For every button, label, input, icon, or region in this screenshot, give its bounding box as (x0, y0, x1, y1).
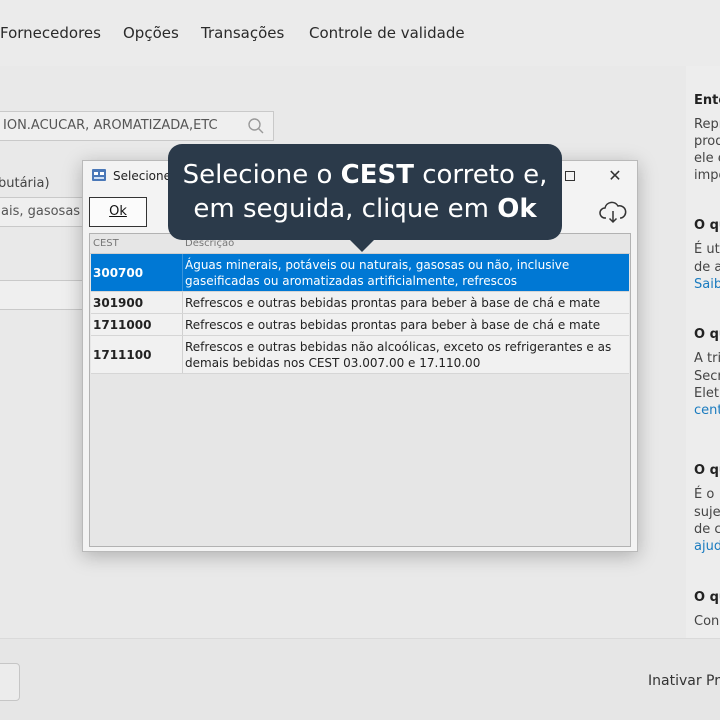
help-text-line: suje (694, 505, 720, 520)
product-search-input[interactable]: ION.ACUCAR, AROMATIZADA,ETC (0, 111, 274, 141)
cest-code-cell: 300700 (91, 254, 183, 291)
help-section-title: Ente (694, 93, 720, 108)
cest-table: CEST Descrição 300700 Águas minerais, po… (89, 233, 631, 547)
help-text-line: prod (694, 134, 720, 149)
menu-item-fornecedores[interactable]: Fornecedores (0, 24, 101, 42)
help-text-line: de a (694, 260, 720, 275)
instruction-tooltip: Selecione o CEST correto e, em seguida, … (168, 144, 562, 240)
help-text-line: de c (694, 522, 720, 537)
search-value: ION.ACUCAR, AROMATIZADA,ETC (3, 118, 218, 133)
cest-code-cell: 301900 (91, 292, 183, 313)
maximize-icon[interactable] (559, 167, 581, 187)
description-cell: Refrescos e outras bebidas não alcoólica… (185, 340, 612, 370)
tax-field-value: ais, gasosas o (1, 204, 93, 219)
tooltip-line-2: em seguida, clique em Ok (193, 194, 537, 224)
help-text-line: Secr (694, 369, 720, 384)
menu-item-controle-de-validade[interactable]: Controle de validade (309, 24, 465, 42)
help-text-line: É o (694, 487, 715, 502)
app-icon (92, 169, 106, 181)
footer-left-button[interactable] (0, 663, 20, 701)
help-link[interactable]: ajud (694, 539, 720, 554)
menu-item-opcoes[interactable]: Opções (123, 24, 179, 42)
menubar: Fornecedores Opções Transações Controle … (0, 0, 720, 66)
help-link[interactable]: Saib (694, 277, 720, 292)
description-cell: Refrescos e outras bebidas prontas para … (185, 318, 601, 332)
help-panel: Ente Repr prod ele e impo O qu É ut de a… (686, 66, 720, 638)
table-row[interactable]: 301900 Refrescos e outras bebidas pronta… (91, 292, 629, 314)
cloud-download-icon[interactable] (599, 201, 627, 225)
column-header-cest[interactable]: CEST (93, 238, 119, 249)
table-row[interactable]: 1711100 Refrescos e outras bebidas não a… (91, 336, 629, 374)
cest-code-cell: 1711100 (91, 336, 183, 373)
table-row[interactable]: 300700 Águas minerais, potáveis ou natur… (91, 254, 629, 292)
help-text-line: Eletr (694, 386, 720, 401)
footer-bar: Inativar Pro (0, 638, 720, 720)
cest-code-cell: 1711000 (91, 314, 183, 335)
help-text-line: impo (694, 168, 720, 183)
help-text-line: ele e (694, 151, 720, 166)
help-section-title: O qu (694, 218, 720, 233)
help-text-line: A tri (694, 351, 720, 366)
tooltip-bold-ok: Ok (497, 194, 537, 224)
help-text-line: Con (694, 614, 720, 629)
description-cell: Águas minerais, potáveis ou naturais, ga… (185, 258, 570, 288)
tooltip-line-1: Selecione o CEST correto e, (182, 160, 548, 190)
help-text-line: É ut (694, 242, 720, 257)
ok-button[interactable]: Ok (89, 197, 147, 227)
table-body: 300700 Águas minerais, potáveis ou natur… (91, 254, 629, 374)
help-link[interactable]: cent (694, 403, 720, 418)
table-row[interactable]: 1711000 Refrescos e outras bebidas pront… (91, 314, 629, 336)
help-section-title: O qu (694, 463, 720, 478)
help-section-title: O qu (694, 327, 720, 342)
tax-field-label: butária) (0, 176, 50, 191)
menu-item-transacoes[interactable]: Transações (201, 24, 284, 42)
description-cell: Refrescos e outras bebidas prontas para … (185, 296, 601, 310)
secondary-field-input[interactable] (0, 280, 84, 310)
close-icon[interactable]: ✕ (603, 165, 627, 187)
inactivate-product-button[interactable]: Inativar Pro (648, 673, 720, 689)
search-icon[interactable] (247, 117, 265, 135)
help-section-title: O qu (694, 590, 720, 605)
help-text-line: Repr (694, 117, 720, 132)
tooltip-pointer (348, 238, 376, 252)
tooltip-bold-cest: CEST (340, 160, 414, 190)
